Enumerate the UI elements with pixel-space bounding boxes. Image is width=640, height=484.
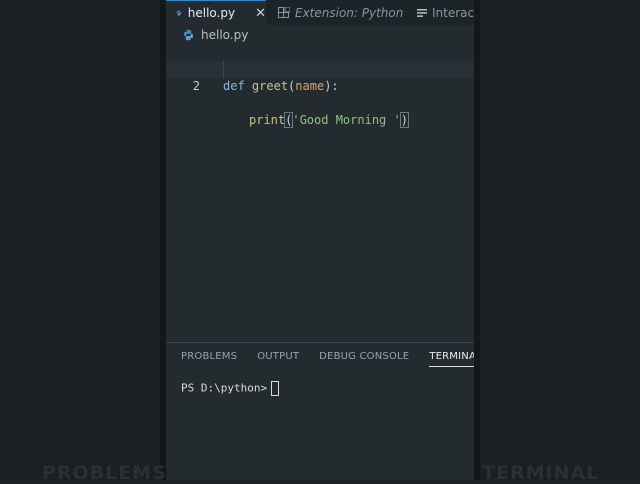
editor-window: hello.py ✕ Extension: Python Interactiv	[166, 0, 474, 480]
close-paren-highlight: )	[399, 112, 410, 128]
interactive-window-icon	[417, 8, 427, 17]
string-literal: 'Good Morning '	[292, 113, 401, 127]
tab-interactive[interactable]: Interactiv	[417, 0, 474, 25]
indent-guide	[223, 61, 224, 78]
line-number: 2	[192, 79, 200, 93]
tab-hello-py[interactable]: hello.py ✕	[166, 0, 266, 25]
background-problems-text: PROBLEMS	[42, 462, 167, 484]
terminal-prompt: PS D:\python>	[181, 381, 268, 395]
breadcrumb-file[interactable]: hello.py	[201, 28, 248, 42]
function-name: greet	[251, 79, 289, 93]
window-shadow-right	[474, 0, 480, 480]
background-left	[0, 0, 160, 480]
extensions-icon	[278, 6, 290, 18]
tab-label: Interactiv	[432, 5, 474, 20]
code-line-current[interactable]: 2 print('Good Morning ')	[166, 61, 474, 128]
terminal-cursor	[271, 381, 280, 396]
code-editor[interactable]: 1 def greet(name): 2 print('Good Morning…	[166, 44, 474, 128]
terminal[interactable]: PS D:\python>	[181, 381, 280, 396]
background-right	[480, 0, 640, 480]
code-line[interactable]: 1 def greet(name):	[166, 44, 474, 93]
tab-label: hello.py	[187, 6, 236, 20]
panel-divider[interactable]	[166, 342, 474, 343]
keyword-def: def	[223, 79, 245, 93]
call-print: print	[249, 113, 286, 127]
panel-tab-terminal[interactable]: TERMINAL	[429, 351, 474, 367]
tab-label: Extension: Python	[295, 5, 404, 20]
panel-tab-output[interactable]: OUTPUT	[257, 351, 299, 367]
background-terminal-text: TERMINAL	[482, 462, 600, 484]
tab-extension-python[interactable]: Extension: Python	[278, 0, 403, 25]
panel-tab-debug-console[interactable]: DEBUG CONSOLE	[319, 351, 409, 367]
line-source: print('Good Morning ')	[249, 112, 410, 129]
close-tab-icon[interactable]: ✕	[255, 6, 266, 21]
breadcrumb[interactable]: hello.py	[166, 25, 474, 45]
python-file-icon	[184, 29, 193, 41]
text-cursor	[407, 114, 409, 127]
tab-bar: hello.py ✕ Extension: Python Interactiv	[166, 0, 474, 25]
line-source: def greet(name):	[223, 78, 339, 95]
parameter: name	[295, 79, 325, 93]
panel-tabs: PROBLEMS OUTPUT DEBUG CONSOLE TERMINAL	[181, 351, 474, 367]
python-file-icon	[176, 10, 182, 16]
panel-tab-problems[interactable]: PROBLEMS	[181, 351, 237, 367]
close-paren-colon: ):	[324, 79, 339, 93]
